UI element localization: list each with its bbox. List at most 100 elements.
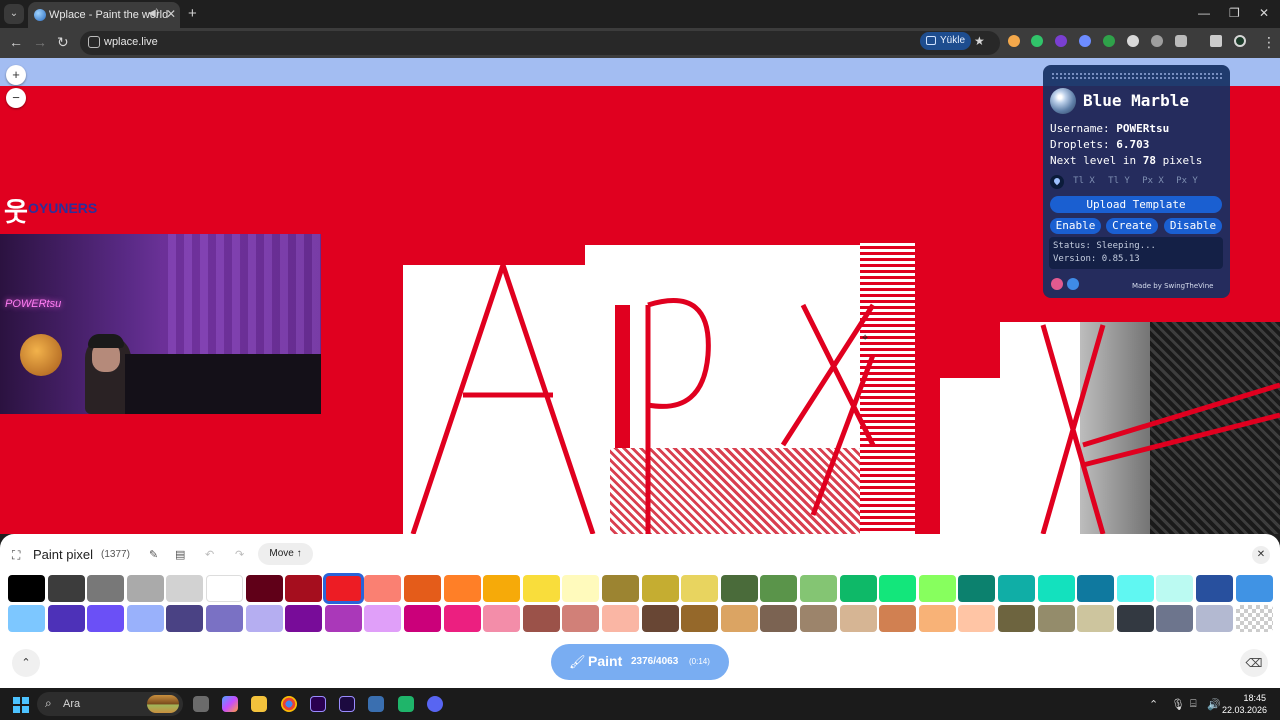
- extension-icon[interactable]: [1103, 35, 1115, 47]
- taskbar-search[interactable]: ⌕ Ara: [37, 692, 183, 716]
- color-swatch[interactable]: [1116, 605, 1154, 632]
- browser-menu-icon[interactable]: ⋮: [1262, 34, 1276, 51]
- extension-icon[interactable]: [1055, 35, 1067, 47]
- color-swatch[interactable]: [1037, 575, 1075, 602]
- color-swatch[interactable]: [839, 575, 877, 602]
- speaker-icon[interactable]: ◀): [148, 8, 159, 19]
- color-swatch[interactable]: [1235, 605, 1273, 632]
- color-swatch[interactable]: [681, 575, 719, 602]
- redo-icon[interactable]: ↷: [235, 548, 244, 561]
- color-swatch[interactable]: [206, 605, 243, 632]
- puzzle-extensions-icon[interactable]: [1175, 35, 1187, 47]
- close-tab-icon[interactable]: ✕: [166, 7, 176, 21]
- color-swatch[interactable]: [879, 605, 917, 632]
- windows-start-icon[interactable]: [13, 697, 29, 713]
- color-swatch[interactable]: [47, 575, 85, 602]
- color-swatch[interactable]: [879, 575, 917, 602]
- collapse-icon[interactable]: ⌃: [12, 649, 40, 677]
- minimize-icon[interactable]: —: [1198, 6, 1210, 20]
- color-swatch[interactable]: [958, 575, 996, 602]
- create-button[interactable]: Create: [1106, 218, 1158, 234]
- color-swatch[interactable]: [404, 575, 441, 602]
- color-swatch[interactable]: [126, 605, 164, 632]
- task-view-icon[interactable]: [193, 696, 209, 712]
- reload-icon[interactable]: ↻: [57, 34, 69, 51]
- color-swatch[interactable]: [87, 605, 125, 632]
- color-swatch[interactable]: [641, 575, 679, 602]
- drag-handle[interactable]: [1051, 72, 1222, 80]
- color-swatch[interactable]: [322, 573, 364, 604]
- color-swatch[interactable]: [720, 605, 758, 632]
- color-swatch[interactable]: [285, 605, 323, 632]
- globe-icon[interactable]: [1050, 88, 1076, 114]
- color-swatch[interactable]: [166, 605, 204, 632]
- color-swatch[interactable]: [760, 605, 798, 632]
- after-effects-icon[interactable]: [339, 696, 355, 712]
- pencil-icon[interactable]: ✎: [149, 548, 158, 561]
- profile-avatar[interactable]: [1234, 35, 1246, 47]
- close-window-icon[interactable]: ✕: [1259, 6, 1269, 20]
- color-swatch[interactable]: [1077, 575, 1115, 602]
- site-info-icon[interactable]: [88, 36, 100, 48]
- undo-icon[interactable]: ↶: [205, 548, 214, 561]
- color-swatch[interactable]: [8, 575, 45, 602]
- color-swatch[interactable]: [918, 605, 956, 632]
- microphone-icon[interactable]: 🎙: [1171, 698, 1185, 711]
- color-swatch[interactable]: [522, 575, 560, 602]
- color-swatch[interactable]: [1077, 605, 1115, 632]
- color-swatch[interactable]: [324, 605, 362, 632]
- enable-button[interactable]: Enable: [1050, 218, 1101, 234]
- color-swatch[interactable]: [1196, 575, 1233, 602]
- color-swatch[interactable]: [1156, 605, 1194, 632]
- restore-icon[interactable]: ❐: [1229, 6, 1240, 20]
- color-swatch[interactable]: [285, 575, 323, 602]
- color-swatch[interactable]: [364, 575, 402, 602]
- tile-x-input[interactable]: Tl X: [1068, 176, 1100, 189]
- color-swatch[interactable]: [483, 605, 521, 632]
- location-pin-icon[interactable]: [1050, 175, 1064, 189]
- palette-icon[interactable]: [1051, 278, 1063, 290]
- address-bar[interactable]: wplace.live: [80, 31, 1000, 55]
- color-swatch[interactable]: [47, 605, 85, 632]
- color-swatch[interactable]: [166, 575, 204, 602]
- color-swatch[interactable]: [126, 575, 164, 602]
- color-swatch[interactable]: [1196, 605, 1233, 632]
- volume-icon[interactable]: 🔊: [1207, 698, 1221, 711]
- website-globe-icon[interactable]: [1067, 278, 1079, 290]
- reading-list-icon[interactable]: [1210, 35, 1222, 47]
- color-swatch[interactable]: [443, 575, 481, 602]
- new-tab-icon[interactable]: +: [188, 5, 197, 22]
- color-swatch[interactable]: [998, 575, 1035, 602]
- install-app-button[interactable]: Yükle: [920, 32, 972, 50]
- color-swatch[interactable]: [720, 575, 758, 602]
- tile-y-input[interactable]: Tl Y: [1103, 176, 1135, 189]
- color-swatch[interactable]: [839, 605, 877, 632]
- color-swatch[interactable]: [800, 575, 837, 602]
- file-explorer-icon[interactable]: [251, 696, 267, 712]
- upload-template-button[interactable]: Upload Template: [1050, 196, 1222, 213]
- color-swatch[interactable]: [602, 605, 639, 632]
- premiere-pro-icon[interactable]: [310, 696, 326, 712]
- color-swatch[interactable]: [998, 605, 1035, 632]
- color-swatch[interactable]: [1156, 575, 1194, 602]
- tray-overflow-icon[interactable]: ⌃: [1149, 698, 1158, 711]
- paint-button[interactable]: 🖌 Paint 2376/4063 (0:14): [551, 644, 729, 680]
- tab-search-button[interactable]: ⌄: [4, 4, 24, 24]
- browser-tab[interactable]: Wplace - Paint the world ◀) ✕: [28, 2, 180, 28]
- color-swatch[interactable]: [958, 605, 996, 632]
- color-swatch[interactable]: [1116, 575, 1154, 602]
- color-swatch[interactable]: [800, 605, 837, 632]
- color-swatch[interactable]: [404, 605, 441, 632]
- extension-icon[interactable]: [1127, 35, 1139, 47]
- color-swatch[interactable]: [245, 575, 283, 602]
- app-icon[interactable]: [398, 696, 414, 712]
- color-swatch[interactable]: [602, 575, 639, 602]
- color-swatch[interactable]: [245, 605, 283, 632]
- pixel-y-input[interactable]: Px Y: [1171, 176, 1203, 189]
- color-swatch[interactable]: [562, 575, 600, 602]
- close-panel-icon[interactable]: ✕: [1252, 546, 1270, 564]
- network-icon[interactable]: ⌸: [1190, 698, 1197, 711]
- card-icon[interactable]: ▤: [175, 548, 185, 561]
- color-swatch[interactable]: [681, 605, 719, 632]
- zoom-in-button[interactable]: +: [6, 65, 26, 85]
